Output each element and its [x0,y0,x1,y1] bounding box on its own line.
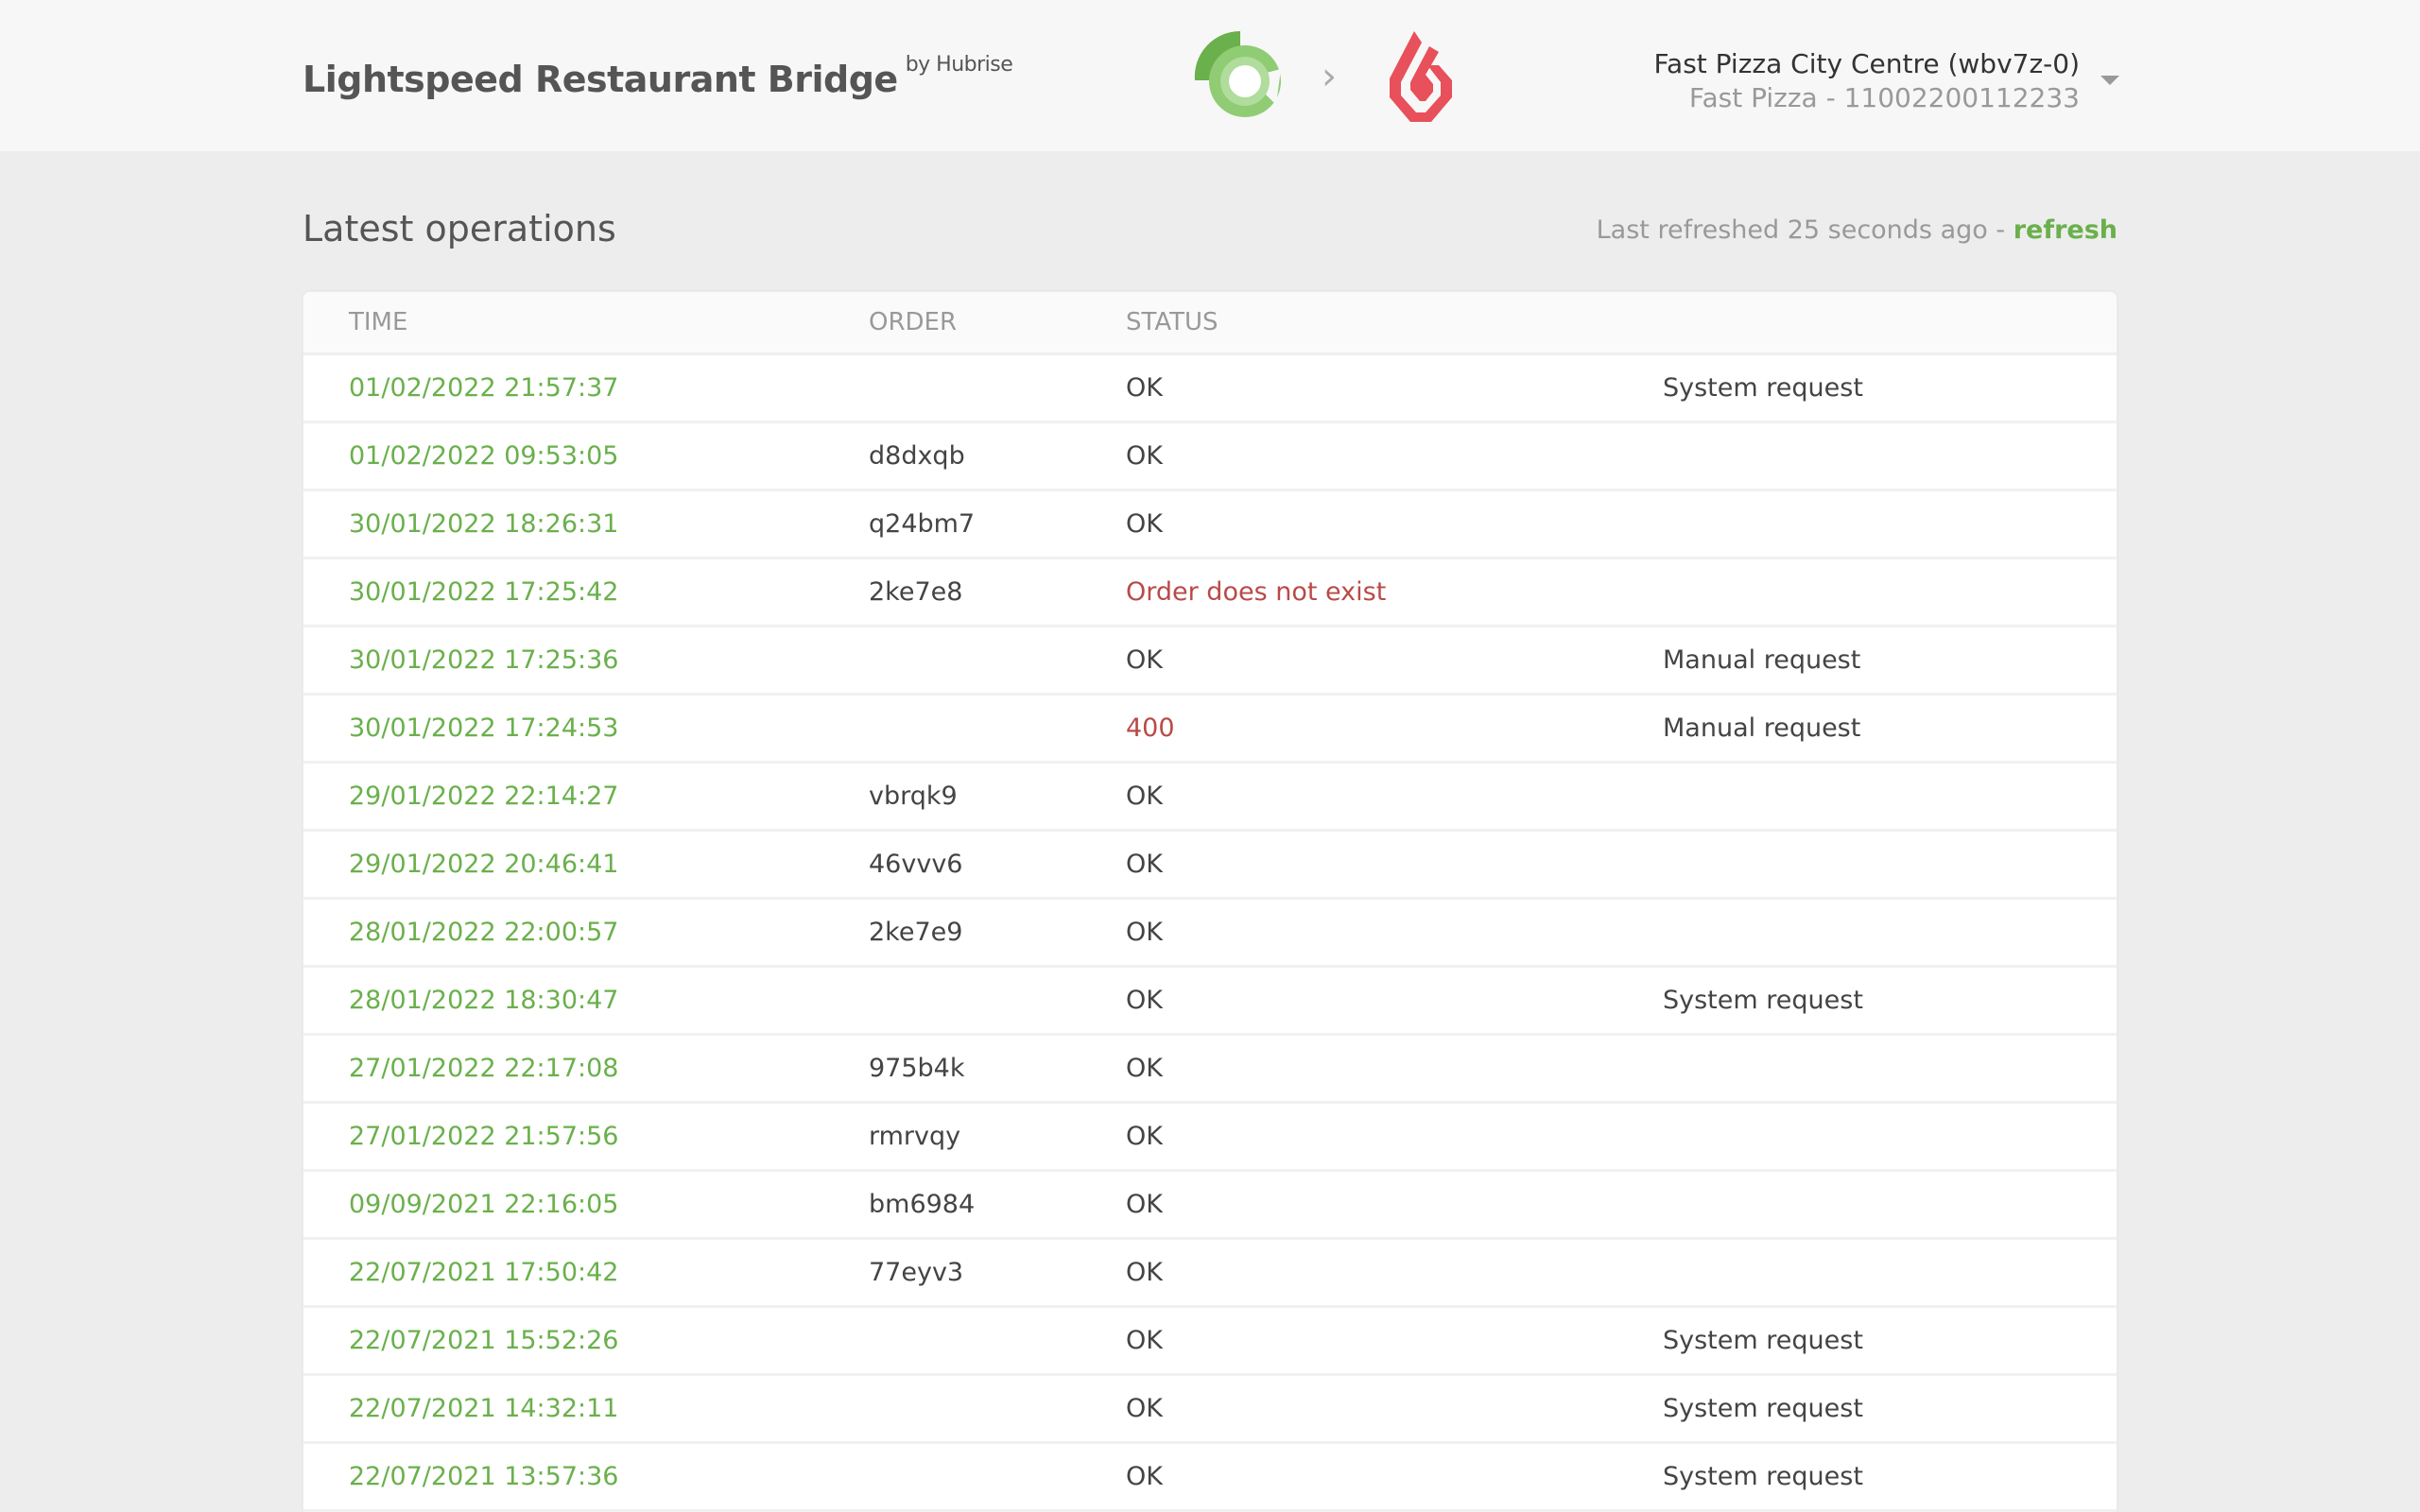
column-header-time: TIME [349,308,408,336]
table-row[interactable]: 29/01/2022 20:46:41 46vvv6 OK [303,832,2117,900]
row-request-type: Manual request [1663,713,1861,743]
operations-table: TIME ORDER STATUS 01/02/2022 21:57:37 OK S… [302,291,2118,1512]
main-content: Latest operations Last refreshed 25 seco… [302,151,2118,1512]
row-status: OK [1126,1054,1163,1083]
row-time-link[interactable]: 22/07/2021 17:50:42 [303,1258,869,1287]
row-time-link[interactable]: 30/01/2022 17:24:53 [303,713,869,743]
row-order-id: bm6984 [869,1190,976,1219]
table-row[interactable]: 22/07/2021 13:57:36 OK System request [303,1444,2117,1512]
row-time-link[interactable]: 09/09/2021 22:16:05 [303,1190,869,1219]
row-status: OK [1126,1462,1163,1491]
column-header-order: ORDER [869,308,958,336]
table-row[interactable]: 30/01/2022 18:26:31 q24bm7 OK [303,491,2117,559]
section-header: Latest operations Last refreshed 25 seco… [302,151,2118,291]
refresh-link[interactable]: refresh [2014,215,2118,245]
table-row[interactable]: 01/02/2022 21:57:37 OK System request [303,355,2117,423]
row-status: OK [1126,1258,1163,1287]
table-row[interactable]: 09/09/2021 22:16:05 bm6984 OK [303,1172,2117,1240]
chevron-right-icon: › [1322,55,1337,98]
row-order-id: d8dxqb [869,441,965,471]
app-by-line: by Hubrise [905,53,1013,77]
row-request-type: System request [1663,1394,1863,1423]
row-status: OK [1126,645,1163,675]
row-order-id: rmrvqy [869,1122,961,1151]
row-request-type: Manual request [1663,645,1861,675]
account-selector[interactable]: Fast Pizza City Centre (wbv7z-0) Fast Pi… [1653,47,2119,115]
table-row[interactable]: 22/07/2021 14:32:11 OK System request [303,1376,2117,1444]
row-request-type: System request [1663,1462,1863,1491]
row-status: OK [1126,1122,1163,1151]
table-row[interactable]: 22/07/2021 17:50:42 77eyv3 OK [303,1240,2117,1308]
row-order-id: 46vvv6 [869,850,963,879]
row-time-link[interactable]: 29/01/2022 20:46:41 [303,850,869,879]
row-time-link[interactable]: 22/07/2021 13:57:36 [303,1462,869,1491]
row-time-link[interactable]: 29/01/2022 22:14:27 [303,782,869,811]
row-time-link[interactable]: 27/01/2022 21:57:56 [303,1122,869,1151]
row-time-link[interactable]: 22/07/2021 14:32:11 [303,1394,869,1423]
table-row[interactable]: 30/01/2022 17:25:36 OK Manual request [303,627,2117,696]
row-time-link[interactable]: 28/01/2022 18:30:47 [303,986,869,1015]
page-title: Latest operations [302,208,616,249]
row-time-link[interactable]: 30/01/2022 17:25:36 [303,645,869,675]
table-row[interactable]: 29/01/2022 22:14:27 vbrqk9 OK [303,764,2117,832]
row-time-link[interactable]: 01/02/2022 09:53:05 [303,441,869,471]
table-row[interactable]: 28/01/2022 22:00:57 2ke7e9 OK [303,900,2117,968]
row-request-type: System request [1663,373,1863,403]
refresh-status: Last refreshed 25 seconds ago - refresh [1597,215,2118,245]
row-order-id: 77eyv3 [869,1258,964,1287]
row-time-link[interactable]: 30/01/2022 18:26:31 [303,509,869,539]
account-subtitle: Fast Pizza - 11002200112233 [1688,82,2080,113]
table-row[interactable]: 27/01/2022 22:17:08 975b4k OK [303,1036,2117,1104]
row-order-id: 2ke7e8 [869,577,963,607]
row-status: OK [1126,509,1163,539]
row-status: OK [1126,373,1163,403]
table-row[interactable]: 30/01/2022 17:24:53 400 Manual request [303,696,2117,764]
table-row[interactable]: 28/01/2022 18:30:47 OK System request [303,968,2117,1036]
row-time-link[interactable]: 28/01/2022 22:00:57 [303,918,869,947]
table-body: 01/02/2022 21:57:37 OK System request 01/02… [303,355,2117,1512]
row-request-type: System request [1663,986,1863,1015]
row-status: OK [1126,1326,1163,1355]
row-time-link[interactable]: 22/07/2021 15:52:26 [303,1326,869,1355]
row-status: OK [1126,1394,1163,1423]
row-order-id: 2ke7e9 [869,918,963,947]
row-order-id: q24bm7 [869,509,976,539]
lightspeed-logo-icon [1390,31,1452,122]
app-title-text: Lightspeed Restaurant Bridge [302,59,898,100]
account-name: Fast Pizza City Centre (wbv7z-0) [1653,48,2081,79]
table-row[interactable]: 01/02/2022 09:53:05 d8dxqb OK [303,423,2117,491]
table-row[interactable]: 30/01/2022 17:25:42 2ke7e8 Order does not … [303,559,2117,627]
column-header-status: STATUS [1126,308,1219,336]
row-order-id: 975b4k [869,1054,965,1083]
row-status: OK [1126,918,1163,947]
row-status: OK [1126,1190,1163,1219]
row-status: OK [1126,441,1163,471]
row-status: Order does not exist [1126,577,1387,607]
table-header: TIME ORDER STATUS [303,292,2117,355]
integration-logos: › [1193,25,1458,129]
row-time-link[interactable]: 27/01/2022 22:17:08 [303,1054,869,1083]
hubrise-logo-icon [1194,30,1281,117]
row-status: OK [1126,850,1163,879]
caret-down-icon[interactable] [2100,76,2119,85]
row-status: OK [1126,986,1163,1015]
row-time-link[interactable]: 01/02/2022 21:57:37 [303,373,869,403]
row-status: 400 [1126,713,1175,743]
app-title: Lightspeed Restaurant Bridge by Hubrise [302,53,1013,100]
row-status: OK [1126,782,1163,811]
last-refreshed-text: Last refreshed 25 seconds ago - [1596,215,2014,245]
app-header: Lightspeed Restaurant Bridge by Hubrise ›… [0,0,2420,151]
table-row[interactable]: 22/07/2021 15:52:26 OK System request [303,1308,2117,1376]
row-time-link[interactable]: 30/01/2022 17:25:42 [303,577,869,607]
table-row[interactable]: 27/01/2022 21:57:56 rmrvqy OK [303,1104,2117,1172]
row-request-type: System request [1663,1326,1863,1355]
row-order-id: vbrqk9 [869,782,958,811]
